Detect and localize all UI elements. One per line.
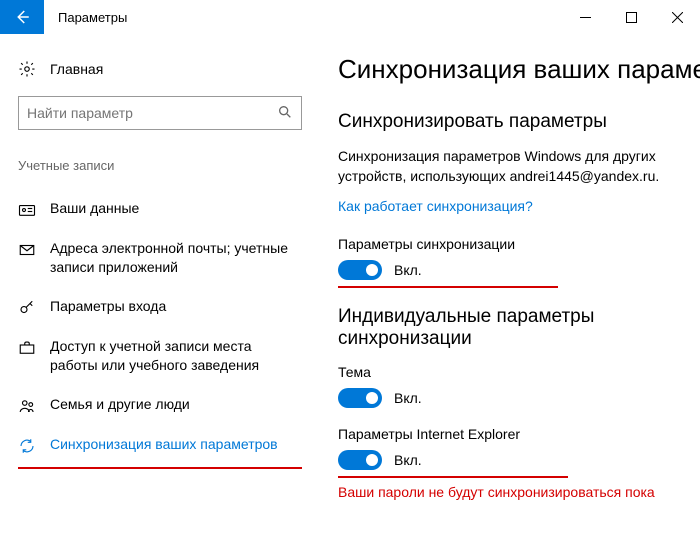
home-label: Главная: [50, 61, 103, 77]
highlight-underline: [338, 476, 568, 478]
sidebar-item-work-access[interactable]: Доступ к учетной записи места работы или…: [18, 327, 302, 385]
ie-settings-label: Параметры Internet Explorer: [338, 426, 700, 442]
search-input[interactable]: [27, 105, 277, 121]
theme-label: Тема: [338, 364, 700, 380]
briefcase-icon: [18, 339, 36, 357]
home-nav[interactable]: Главная: [18, 54, 302, 96]
nav-label: Ваши данные: [50, 199, 139, 218]
sidebar-item-your-info[interactable]: Ваши данные: [18, 189, 302, 229]
mail-icon: [18, 241, 36, 259]
page-title: Синхронизация ваших параме: [338, 54, 700, 85]
sync-settings-label: Параметры синхронизации: [338, 236, 700, 252]
password-sync-warning: Ваши пароли не будут синхронизироваться …: [338, 484, 700, 500]
sidebar-item-email-accounts[interactable]: Адреса электронной почты; учетные записи…: [18, 229, 302, 287]
sidebar-item-sync-settings[interactable]: Синхронизация ваших параметров: [18, 425, 302, 465]
nav-label: Параметры входа: [50, 297, 166, 316]
window-title: Параметры: [44, 0, 127, 34]
sync-description: Синхронизация параметров Windows для дру…: [338, 147, 698, 186]
nav-label: Адреса электронной почты; учетные записи…: [50, 239, 302, 277]
sidebar-item-signin-options[interactable]: Параметры входа: [18, 287, 302, 327]
close-icon: [672, 12, 683, 23]
people-icon: [18, 397, 36, 415]
nav-label: Доступ к учетной записи места работы или…: [50, 337, 302, 375]
section-title-individual: Индивидуальные параметры синхронизации: [338, 306, 700, 350]
toggle-state-text: Вкл.: [394, 262, 422, 278]
highlight-underline: [18, 467, 302, 469]
maximize-icon: [626, 12, 637, 23]
nav-label: Семья и другие люди: [50, 395, 190, 414]
back-button[interactable]: [0, 0, 44, 34]
nav-label: Синхронизация ваших параметров: [50, 435, 278, 454]
how-sync-works-link[interactable]: Как работает синхронизация?: [338, 198, 533, 214]
search-icon: [277, 104, 293, 123]
sync-settings-toggle[interactable]: [338, 260, 382, 280]
ie-settings-toggle[interactable]: [338, 450, 382, 470]
sidebar-item-family[interactable]: Семья и другие люди: [18, 385, 302, 425]
toggle-state-text: Вкл.: [394, 452, 422, 468]
content-pane: Синхронизация ваших параме Синхронизиров…: [320, 34, 700, 552]
arrow-left-icon: [13, 8, 31, 26]
toggle-state-text: Вкл.: [394, 390, 422, 406]
maximize-button[interactable]: [608, 0, 654, 34]
highlight-underline: [338, 286, 558, 288]
minimize-button[interactable]: [562, 0, 608, 34]
sync-icon: [18, 437, 36, 455]
minimize-icon: [580, 12, 591, 23]
close-button[interactable]: [654, 0, 700, 34]
section-title-sync: Синхронизировать параметры: [338, 111, 700, 133]
id-card-icon: [18, 201, 36, 219]
sidebar-section-label: Учетные записи: [18, 158, 302, 173]
theme-toggle[interactable]: [338, 388, 382, 408]
window-controls: [562, 0, 700, 34]
sidebar: Главная Учетные записи Ваши данные Адрес…: [0, 34, 320, 552]
key-icon: [18, 299, 36, 317]
titlebar: Параметры: [0, 0, 700, 34]
gear-icon: [18, 60, 36, 78]
search-box[interactable]: [18, 96, 302, 130]
